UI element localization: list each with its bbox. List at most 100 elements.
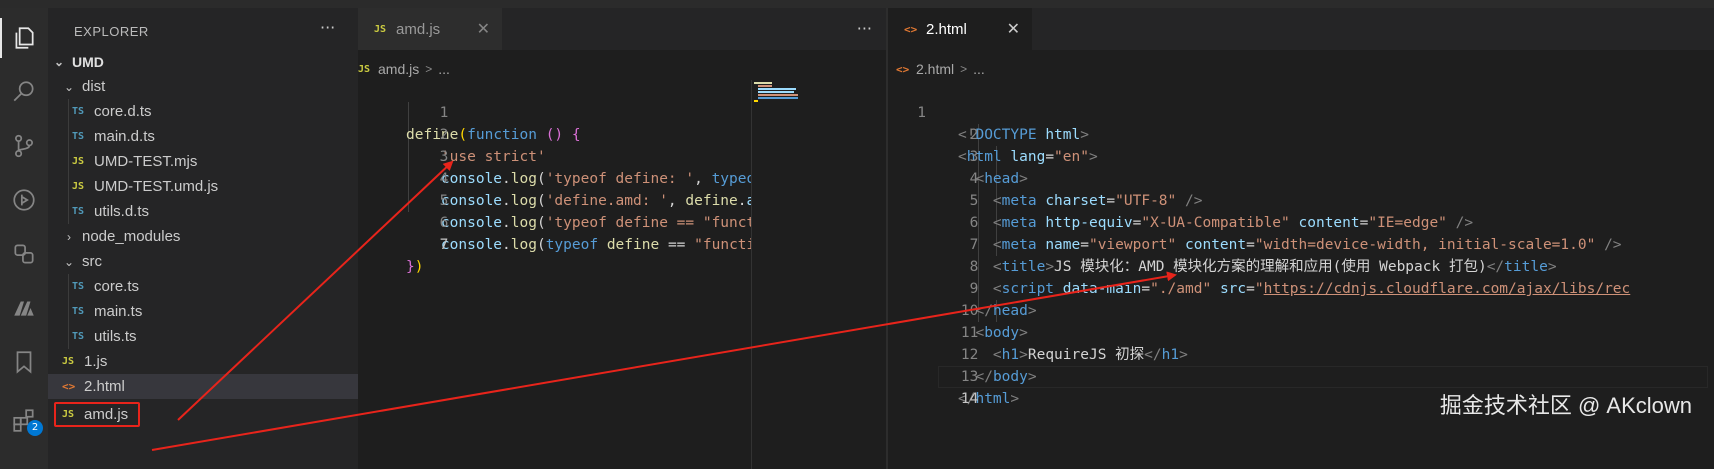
- tree-label: utils.d.ts: [94, 203, 150, 220]
- tree-file[interactable]: TS core.d.ts: [48, 99, 358, 124]
- tree-folder-src[interactable]: ⌄ src: [48, 249, 358, 274]
- minimap-line: [758, 85, 772, 87]
- code-text: }): [406, 259, 424, 275]
- tab-2-html[interactable]: <> 2.html ✕: [888, 8, 1032, 50]
- line-number: 14: [960, 391, 979, 407]
- run-debug-icon[interactable]: [0, 180, 48, 220]
- close-icon[interactable]: ✕: [477, 19, 490, 39]
- javascript-file-icon: JS: [374, 23, 387, 35]
- tree-label: node_modules: [82, 228, 181, 245]
- tree-file[interactable]: TS utils.ts: [48, 324, 358, 349]
- breadcrumb: JS amd.js > ...: [358, 58, 450, 80]
- tree-label: src: [82, 253, 102, 270]
- close-icon[interactable]: ✕: [1007, 19, 1020, 39]
- tab-bar: JS amd.js ✕ ···: [358, 8, 886, 50]
- tree-label: UMD-TEST.umd.js: [94, 178, 219, 195]
- code-line: 10 <body>: [888, 278, 1714, 341]
- tree-label: dist: [82, 78, 106, 95]
- tree-root-umd[interactable]: ⌄ UMD: [48, 49, 358, 74]
- tree-file[interactable]: TS core.ts: [48, 274, 358, 299]
- tree-file[interactable]: TS main.d.ts: [48, 124, 358, 149]
- minimap-line: [754, 100, 758, 102]
- tab-label: 2.html: [926, 20, 967, 38]
- chevron-down-icon: ⌄: [63, 254, 75, 269]
- code-line: 12 </body>: [888, 322, 1714, 385]
- tree-label: 2.html: [84, 378, 125, 395]
- code-line: 6 console.log(typeof define == "functi: [358, 190, 886, 253]
- source-control-icon[interactable]: [0, 126, 48, 166]
- indent-guide: [68, 99, 69, 124]
- typescript-file-icon: TS: [72, 331, 85, 342]
- code-line: 3 console.log('typeof define: ', typeof: [358, 124, 886, 187]
- javascript-file-icon: JS: [72, 181, 85, 192]
- activity-bar: 2: [0, 8, 48, 469]
- tree-label: main.d.ts: [94, 128, 155, 145]
- code-line: 13 </html>: [888, 344, 1714, 407]
- indent-guide: [68, 174, 69, 199]
- code-line: 6 <meta name="viewport" content="width=d…: [888, 190, 1714, 253]
- tree-label: UMD-TEST.mjs: [94, 153, 198, 170]
- watermark: 掘金技术社区 @ AKclown: [1439, 393, 1692, 418]
- typescript-file-icon: TS: [72, 106, 85, 117]
- remote-icon[interactable]: [0, 234, 48, 274]
- code-line: 7 }): [358, 212, 886, 275]
- tree-file[interactable]: TS main.ts: [48, 299, 358, 324]
- code-line: 2 <html lang="en">: [888, 102, 1714, 165]
- tab-label: amd.js: [396, 20, 441, 38]
- typescript-file-icon: TS: [72, 281, 85, 292]
- bookmark-icon[interactable]: [0, 342, 48, 382]
- tree-folder-dist[interactable]: ⌄ dist: [48, 74, 358, 99]
- minimap-line: [758, 91, 794, 93]
- window-top-edge: [0, 0, 1714, 8]
- code-line: 9 </head>: [888, 256, 1714, 319]
- tree-file[interactable]: JS UMD-TEST.umd.js: [48, 174, 358, 199]
- tree-label: core.ts: [94, 278, 140, 295]
- tree-folder-node-modules[interactable]: › node_modules: [48, 224, 358, 249]
- javascript-file-icon: JS: [62, 356, 75, 367]
- code-text: console.log(typeof define == "functi: [440, 237, 752, 253]
- tree-root-label: UMD: [72, 53, 104, 70]
- minimap-line: [758, 88, 796, 90]
- tab-bar: <> 2.html ✕: [888, 8, 1714, 50]
- breadcrumb-file[interactable]: 2.html: [916, 61, 954, 77]
- html-file-icon: <>: [62, 380, 76, 393]
- html-file-icon: <>: [896, 62, 910, 76]
- editor-more-icon[interactable]: ···: [857, 19, 872, 38]
- tree-file[interactable]: JS 1.js: [48, 349, 358, 374]
- breadcrumb-symbols[interactable]: ...: [438, 61, 450, 77]
- indent-guide: [68, 274, 69, 299]
- typescript-file-icon: TS: [72, 206, 85, 217]
- indent-guide: [68, 124, 69, 149]
- tab-amd-js[interactable]: JS amd.js ✕: [358, 8, 502, 50]
- tree-label: 1.js: [84, 353, 108, 370]
- tree-file[interactable]: JS UMD-TEST.mjs: [48, 149, 358, 174]
- indent-guide: [68, 199, 69, 224]
- typescript-file-icon: TS: [72, 306, 85, 317]
- breadcrumb-file[interactable]: amd.js: [378, 61, 419, 77]
- extensions-icon[interactable]: [0, 400, 48, 440]
- files-icon[interactable]: [0, 18, 48, 58]
- breadcrumb: <> 2.html > ...: [896, 58, 985, 80]
- search-icon[interactable]: [0, 72, 48, 112]
- code-line: 1 <!DOCTYPE html>: [888, 80, 1714, 143]
- tree-label: utils.ts: [94, 328, 137, 345]
- chevron-down-icon: ⌄: [53, 54, 65, 69]
- javascript-file-icon: JS: [72, 156, 85, 167]
- tree-label: core.d.ts: [94, 103, 152, 120]
- indent-guide: [68, 149, 69, 174]
- minimap[interactable]: [752, 80, 812, 120]
- typescript-file-icon: TS: [72, 131, 85, 142]
- explorer-more-icon[interactable]: ···: [320, 18, 335, 37]
- tree-file-selected[interactable]: <> 2.html: [48, 374, 358, 399]
- code-line: 5 <meta http-equiv="X-UA-Compatible" con…: [888, 168, 1714, 231]
- tree-file[interactable]: TS utils.d.ts: [48, 199, 358, 224]
- minimap-line: [754, 82, 772, 84]
- javascript-file-icon: JS: [358, 63, 371, 75]
- extension-m-icon[interactable]: [0, 288, 48, 328]
- minimap-line: [758, 97, 798, 99]
- html-file-icon: <>: [904, 22, 918, 36]
- breadcrumb-symbols[interactable]: ...: [973, 61, 985, 77]
- code-line: 4 <meta charset="UTF-8" />: [888, 146, 1714, 209]
- line-number: 7: [439, 237, 449, 253]
- extensions-badge: 2: [27, 420, 43, 436]
